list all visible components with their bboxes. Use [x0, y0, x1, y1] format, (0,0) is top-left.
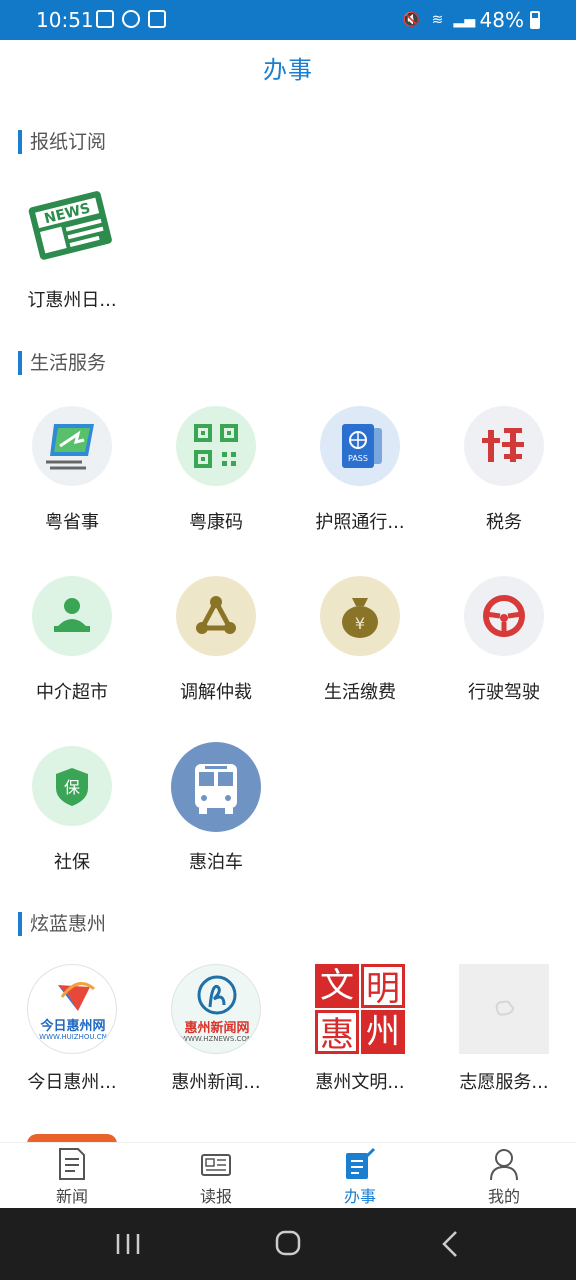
- service-label: 中介超市: [36, 682, 108, 703]
- status-bar: 10:51 🔇 ≋ ▂▄ 48%: [0, 0, 576, 40]
- cloud-icon: [122, 10, 140, 28]
- brand-wenming[interactable]: 文 明 惠 州 惠州文明...: [288, 962, 432, 1093]
- page-title: 办事: [263, 56, 313, 84]
- nav-tab-read-paper[interactable]: 读报: [144, 1143, 288, 1209]
- service-yuekangma[interactable]: 粤康码: [144, 406, 288, 536]
- service-subscribe-newspaper[interactable]: NEWS 订惠州日...: [0, 180, 144, 311]
- service-label: 社保: [54, 852, 90, 873]
- nav-tab-services[interactable]: 办事: [288, 1143, 432, 1209]
- steering-wheel-icon: [464, 576, 544, 656]
- home-icon[interactable]: [268, 1226, 308, 1262]
- logo-subtext: WWW.HUIZHOU.CN: [39, 1033, 107, 1041]
- seal-char: 州: [361, 1010, 405, 1054]
- service-label: 订惠州日...: [27, 290, 117, 311]
- notification-icons: [96, 10, 166, 28]
- service-label: 粤康码: [189, 512, 243, 533]
- logo-text: 惠州新闻网: [184, 1021, 250, 1036]
- wenming-seal: 文 明 惠 州: [315, 964, 405, 1055]
- jinri-huizhou-logo: 今日惠州网 WWW.HUIZHOU.CN: [27, 964, 117, 1054]
- service-label: 惠州新闻...: [171, 1072, 261, 1093]
- signal-icon: ▂▄: [453, 12, 476, 28]
- qr-code-icon: [176, 406, 256, 486]
- wifi-icon: ≋: [431, 12, 444, 28]
- system-indicators: 🔇 ≋ ▂▄ 48%: [402, 8, 540, 32]
- nav-label: 办事: [343, 1187, 376, 1206]
- logo-subtext: WWW.HZNEWS.COM: [181, 1035, 253, 1043]
- back-icon[interactable]: [430, 1226, 470, 1262]
- service-agency-market[interactable]: 中介超市: [0, 576, 144, 706]
- seal-char: 惠: [315, 1010, 359, 1055]
- news-icon: NEWS: [28, 191, 112, 260]
- service-label: 志愿服务...: [459, 1072, 549, 1093]
- service-label: 行驶驾驶: [468, 682, 540, 703]
- battery-percent: 48%: [479, 8, 524, 32]
- nav-tab-mine[interactable]: 我的: [432, 1143, 576, 1209]
- system-navigation-bar: [0, 1208, 576, 1280]
- recent-apps-icon[interactable]: [108, 1226, 148, 1262]
- edit-doc-icon: [346, 1147, 376, 1179]
- nav-tab-news[interactable]: 新闻: [0, 1143, 144, 1209]
- nav-label: 读报: [199, 1187, 232, 1206]
- brand-jinri-huizhou[interactable]: 今日惠州网 WWW.HUIZHOU.CN 今日惠州...: [0, 962, 144, 1093]
- service-label: 税务: [486, 512, 522, 533]
- money-bag-icon: ¥: [320, 576, 400, 656]
- svg-text:保: 保: [64, 778, 80, 797]
- service-label: 今日惠州...: [27, 1072, 117, 1093]
- service-driving[interactable]: 行驶驾驶: [432, 576, 576, 706]
- check-icon: [148, 10, 166, 28]
- brand-volunteer[interactable]: 志愿服务...: [432, 962, 576, 1093]
- passport-icon: PASS: [320, 406, 400, 486]
- news-doc-icon: [59, 1148, 85, 1180]
- bus-icon: [171, 742, 261, 832]
- service-label: 惠州文明...: [315, 1072, 405, 1093]
- agent-icon: [32, 576, 112, 656]
- placeholder-image-icon: [459, 964, 549, 1054]
- shield-icon: 保: [32, 746, 112, 826]
- page-header: 办事: [0, 40, 576, 100]
- battery-icon: [530, 11, 540, 29]
- service-tax[interactable]: 税务: [432, 406, 576, 536]
- seal-char: 文: [315, 964, 359, 1008]
- bottom-nav: 新闻 读报 办事 我的: [0, 1142, 576, 1208]
- service-label: 护照通行...: [315, 512, 405, 533]
- service-label: 粤省事: [45, 512, 99, 533]
- logo-text: 今日惠州网: [40, 1019, 106, 1034]
- service-label: 生活缴费: [324, 682, 396, 703]
- nav-label: 我的: [487, 1187, 520, 1206]
- brand-hznews[interactable]: 惠州新闻网 WWW.HZNEWS.COM 惠州新闻...: [144, 962, 288, 1093]
- svg-text:PASS: PASS: [348, 454, 368, 463]
- network-triangle-icon: [176, 576, 256, 656]
- section-title-brand: 炫蓝惠州: [18, 912, 106, 936]
- newspaper-icon: [201, 1154, 231, 1176]
- service-label: 调解仲裁: [180, 682, 252, 703]
- status-time: 10:51: [36, 8, 94, 32]
- svg-text:¥: ¥: [355, 614, 365, 633]
- person-icon: [490, 1149, 518, 1181]
- mute-icon: 🔇: [402, 12, 421, 28]
- hznews-logo: 惠州新闻网 WWW.HZNEWS.COM: [171, 964, 261, 1054]
- service-bill-payment[interactable]: ¥ 生活缴费: [288, 576, 432, 706]
- yueshengshi-icon: [32, 406, 112, 486]
- service-social-security[interactable]: 保 社保: [0, 746, 144, 876]
- service-label: 惠泊车: [189, 852, 243, 873]
- service-parking[interactable]: 惠泊车: [144, 742, 288, 876]
- section-title-newspaper: 报纸订阅: [18, 130, 106, 154]
- service-passport[interactable]: PASS 护照通行...: [288, 406, 432, 536]
- tax-icon: [464, 406, 544, 486]
- nav-label: 新闻: [55, 1187, 88, 1206]
- seal-char: 明: [361, 964, 405, 1009]
- service-yueshengshi[interactable]: 粤省事: [0, 406, 144, 536]
- section-title-life: 生活服务: [18, 351, 106, 375]
- gallery-icon: [96, 10, 114, 28]
- service-mediation[interactable]: 调解仲裁: [144, 576, 288, 706]
